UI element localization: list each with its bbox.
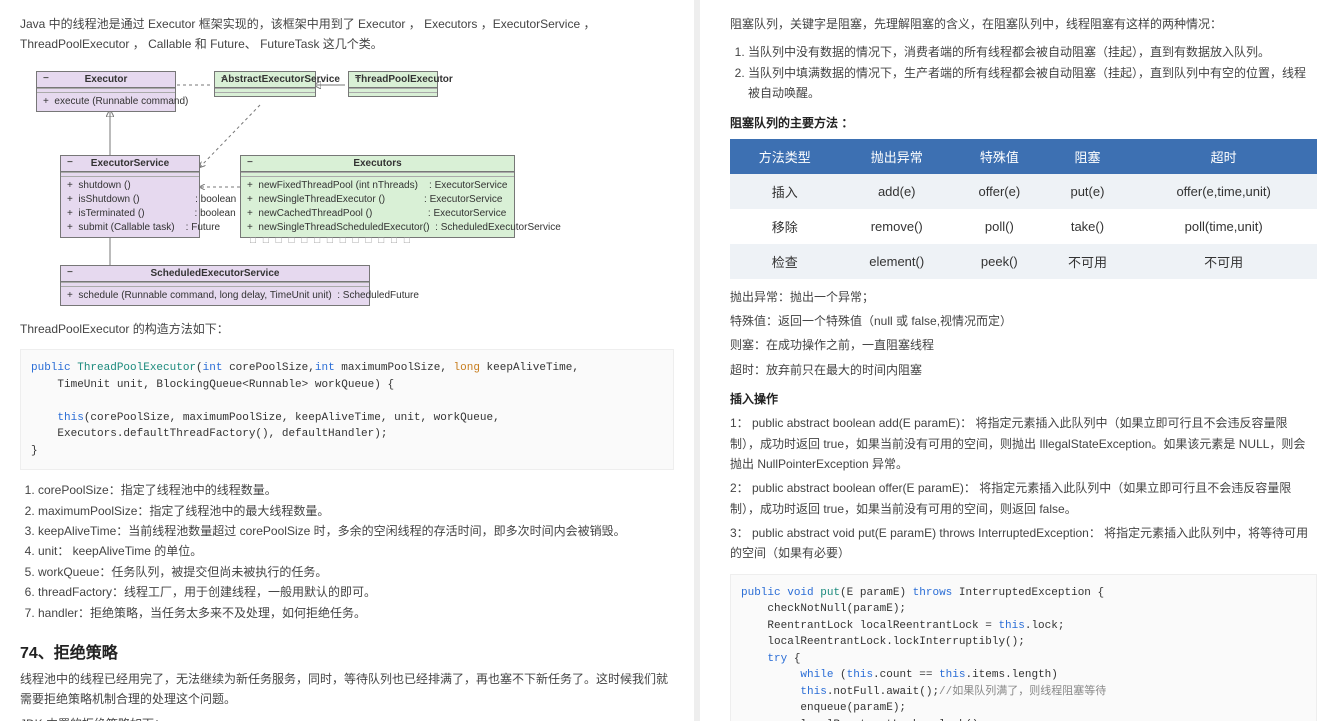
td: offer(e) (954, 174, 1045, 209)
left-column: Java 中的线程池是通过 Executor 框架实现的，该框架中用到了 Exe… (0, 0, 700, 721)
right-column: 阻塞队列，关键字是阻塞，先理解阻塞的含义，在阻塞队列中，线程阻塞有这样的两种情况… (700, 0, 1337, 721)
table-row: 检查 element() peek() 不可用 不可用 (730, 244, 1317, 279)
td: put(e) (1045, 174, 1131, 209)
note: 抛出异常：抛出一个异常； (730, 287, 1317, 307)
td: remove() (839, 209, 954, 244)
param-list: corePoolSize：指定了线程池中的线程数量。 maximumPoolSi… (38, 480, 674, 623)
th: 超时 (1130, 139, 1317, 174)
td: 检查 (730, 244, 839, 279)
blocking-queue-table: 方法类型 抛出异常 特殊值 阻塞 超时 插入 add(e) offer(e) p… (730, 139, 1317, 279)
uml-tpe-title: ThreadPoolExecutor (355, 74, 453, 85)
block-list: 当队列中没有数据的情况下，消费者端的所有线程都会被自动阻塞（挂起），直到有数据放… (748, 42, 1317, 103)
td: element() (839, 244, 954, 279)
td: add(e) (839, 174, 954, 209)
reject-para2: JDK 内置的拒绝策略如下： (20, 714, 674, 721)
block-intro: 阻塞队列，关键字是阻塞，先理解阻塞的含义，在阻塞队列中，线程阻塞有这样的两种情况… (730, 14, 1317, 34)
uml-sched-title: ScheduledExecutorService (151, 268, 280, 279)
th: 方法类型 (730, 139, 839, 174)
uml-executor-body: + execute (Runnable command) (37, 92, 175, 111)
td: poll() (954, 209, 1045, 244)
uml-scheduled: −ScheduledExecutorService + schedule (Ru… (60, 265, 370, 306)
th: 阻塞 (1045, 139, 1131, 174)
uml-executor: −Executor + execute (Runnable command) (36, 71, 176, 112)
put-code: public void put(E paramE) throws Interru… (730, 574, 1317, 721)
uml-abstract: −AbstractExecutorService (214, 71, 316, 97)
note: 则塞：在成功操作之前，一直阻塞线程 (730, 335, 1317, 355)
th: 特殊值 (954, 139, 1045, 174)
ins-p: 2： public abstract boolean offer(E param… (730, 478, 1317, 519)
td: 不可用 (1130, 244, 1317, 279)
ctor-intro: ThreadPoolExecutor 的构造方法如下： (20, 319, 674, 339)
ins-p: 1： public abstract boolean add(E paramE)… (730, 413, 1317, 474)
list-item: unit： keepAliveTime 的单位。 (38, 541, 674, 561)
uml-executors-title: Executors (353, 158, 401, 169)
list-item: handler：拒绝策略，当任务太多来不及处理，如何拒绝任务。 (38, 603, 674, 623)
list-item: threadFactory：线程工厂，用于创建线程，一般用默认的即可。 (38, 582, 674, 602)
list-item: keepAliveTime：当前线程池数量超过 corePoolSize 时，多… (38, 521, 674, 541)
list-item: corePoolSize：指定了线程池中的线程数量。 (38, 480, 674, 500)
list-item: 当队列中没有数据的情况下，消费者端的所有线程都会被自动阻塞（挂起），直到有数据放… (748, 42, 1317, 62)
list-item: maximumPoolSize：指定了线程池中的最大线程数量。 (38, 501, 674, 521)
uml-execsvc-title: ExecutorService (91, 158, 169, 169)
list-item: workQueue：任务队列，被提交但尚未被执行的任务。 (38, 562, 674, 582)
td: 插入 (730, 174, 839, 209)
ins-p: 3： public abstract void put(E paramE) th… (730, 523, 1317, 564)
ctor-code: public ThreadPoolExecutor(int corePoolSi… (20, 349, 674, 470)
td: peek() (954, 244, 1045, 279)
reject-heading: 74、拒绝策略 (20, 639, 674, 663)
table-title: 阻塞队列的主要方法 ： (730, 114, 1317, 131)
uml-sched-body: + schedule (Runnable command, long delay… (61, 286, 369, 305)
uml-executor-title: Executor (85, 74, 128, 85)
table-row: 移除 remove() poll() take() poll(time,unit… (730, 209, 1317, 244)
note: 超时：放弃前只在最大的时间内阻塞 (730, 360, 1317, 380)
uml-executorservice: −ExecutorService + shutdown () + isShutd… (60, 155, 200, 238)
uml-executors: −Executors + newFixedThreadPool (int nTh… (240, 155, 515, 238)
uml-diagram: −Executor + execute (Runnable command) −… (20, 67, 520, 307)
th: 抛出异常 (839, 139, 954, 174)
td: offer(e,time,unit) (1130, 174, 1317, 209)
uml-executors-body: + newFixedThreadPool (int nThreads) : Ex… (241, 176, 514, 237)
uml-abstract-title: AbstractExecutorService (221, 74, 340, 85)
td: 不可用 (1045, 244, 1131, 279)
td: take() (1045, 209, 1131, 244)
table-row: 插入 add(e) offer(e) put(e) offer(e,time,u… (730, 174, 1317, 209)
uml-tpe: −ThreadPoolExecutor (348, 71, 438, 97)
uml-execsvc-body: + shutdown () + isShutdown () : boolean … (61, 176, 199, 237)
td: 移除 (730, 209, 839, 244)
uml-dots: □ □ □ □ □ □ □ □ □ □ □ □ □ (250, 235, 412, 246)
td: poll(time,unit) (1130, 209, 1317, 244)
insert-heading: 插入操作 (730, 390, 1317, 407)
reject-para: 线程池中的线程已经用完了，无法继续为新任务服务，同时，等待队列也已经排满了，再也… (20, 669, 674, 710)
list-item: 当队列中填满数据的情况下，生产者端的所有线程都会被自动阻塞（挂起），直到队列中有… (748, 63, 1317, 104)
note: 特殊值：返回一个特殊值（null 或 false,视情况而定） (730, 311, 1317, 331)
intro-text: Java 中的线程池是通过 Executor 框架实现的，该框架中用到了 Exe… (20, 14, 674, 55)
